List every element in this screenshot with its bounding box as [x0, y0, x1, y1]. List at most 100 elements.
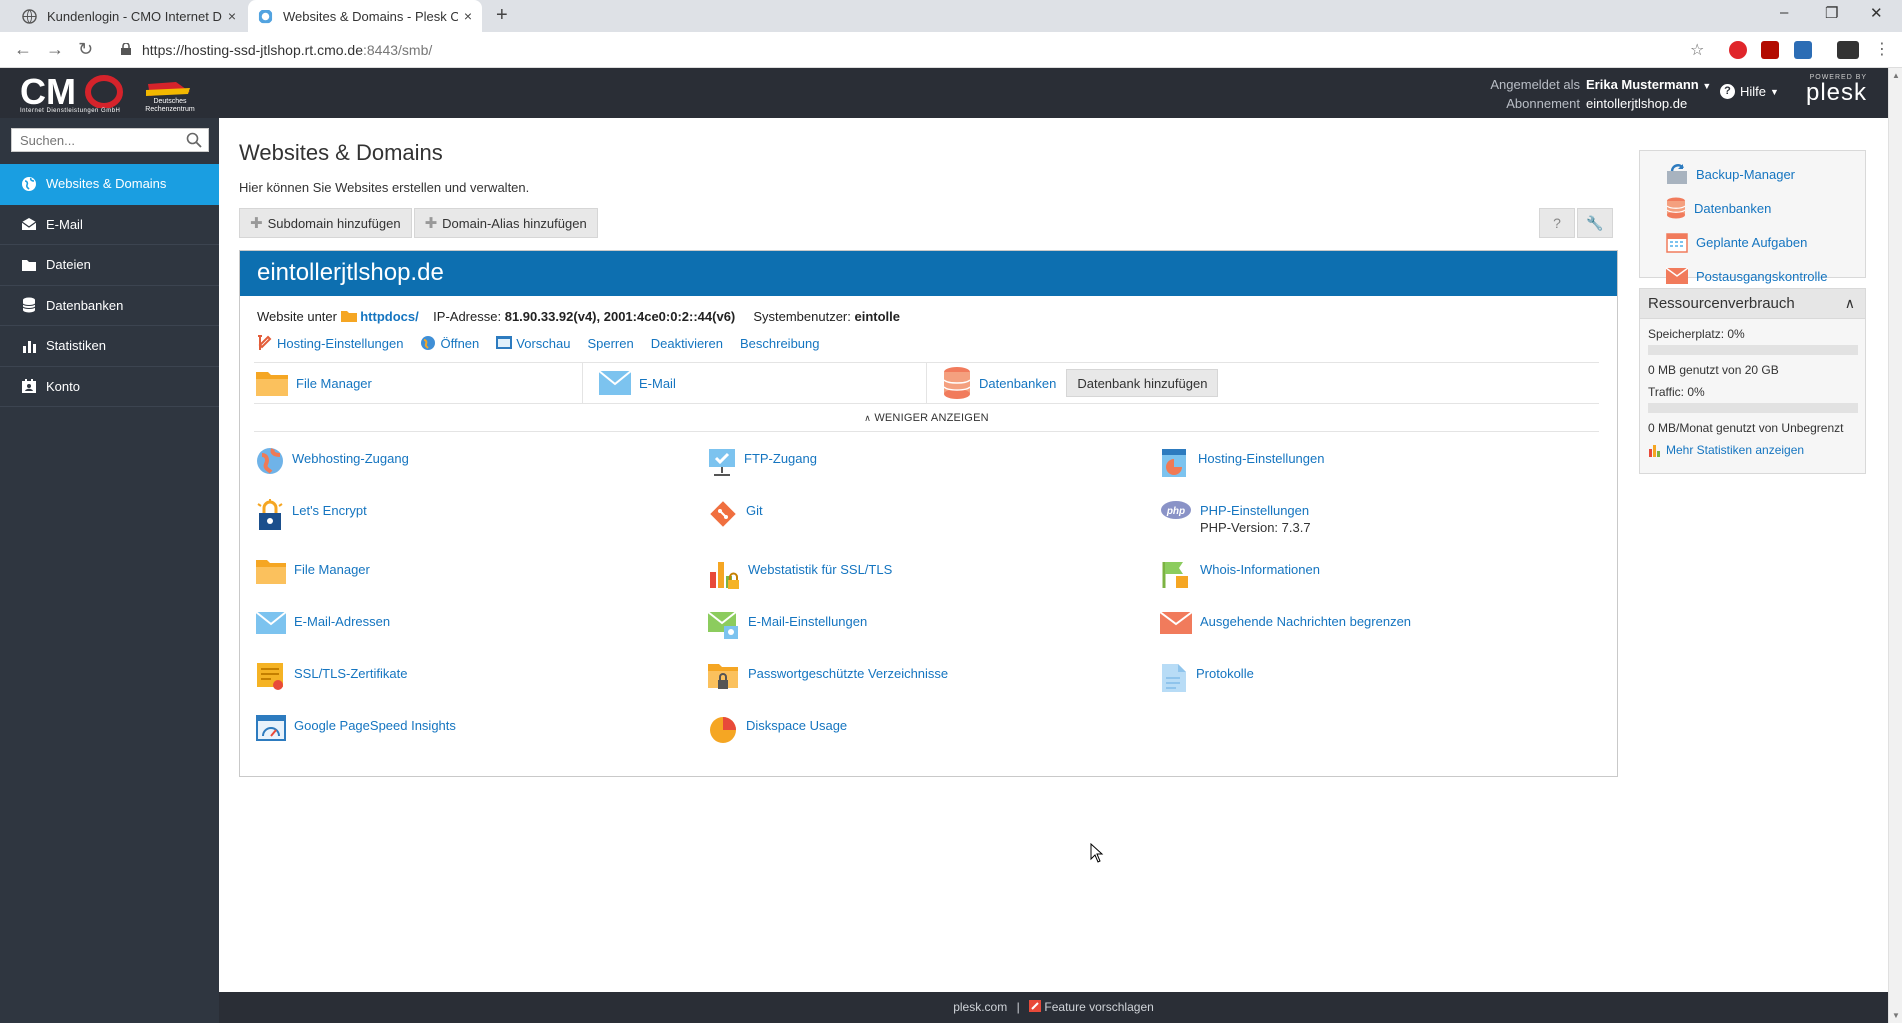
diskspace-usage-item[interactable]: Diskspace Usage [708, 714, 847, 744]
item-label: PHP-Einstellungen [1200, 503, 1310, 518]
logs-item[interactable]: Protokolle [1160, 662, 1254, 694]
add-subdomain-button[interactable]: ✚ Subdomain hinzufügen [239, 208, 412, 238]
resource-usage-header[interactable]: Ressourcenverbrauch ∧ [1640, 289, 1865, 319]
pdf-extension-icon[interactable] [1761, 41, 1779, 59]
browser-tab-kundenlogin[interactable]: Kundenlogin - CMO Internet Die × [12, 0, 246, 32]
traffic-progress-bar [1648, 403, 1858, 413]
cmo-extension-icon[interactable] [1837, 41, 1859, 59]
sidebar-item-files[interactable]: Dateien [0, 245, 219, 286]
more-statistics-link[interactable]: Mehr Statistiken anzeigen [1648, 443, 1857, 457]
docroot-link[interactable]: httpdocs/ [360, 309, 419, 324]
file-manager-item[interactable]: File Manager [256, 558, 370, 584]
item-label: File Manager [294, 562, 370, 577]
back-arrow-icon[interactable]: ← [14, 39, 32, 60]
new-tab-button[interactable]: + [496, 4, 508, 27]
email-addresses-item[interactable]: E-Mail-Adressen [256, 610, 390, 634]
ssl-certificates-item[interactable]: SSL/TLS-Zertifikate [256, 662, 407, 692]
minimize-icon[interactable]: – [1780, 4, 1788, 21]
opera-extension-icon[interactable] [1729, 41, 1747, 59]
backup-manager-link[interactable]: Backup-Manager [1640, 157, 1865, 191]
browser-tab-plesk[interactable]: Websites & Domains - Plesk Ony × [248, 0, 482, 32]
maximize-icon[interactable]: ❐ [1825, 4, 1838, 22]
sidebar-item-statistics[interactable]: Statistiken [0, 326, 219, 367]
page-scrollbar[interactable]: ▲ ▼ [1888, 68, 1902, 1023]
webstat-ssl-item[interactable]: Webstatistik für SSL/TLS [708, 558, 892, 590]
item-label: Git [746, 503, 763, 518]
scheduled-tasks-link[interactable]: Geplante Aufgaben [1640, 225, 1865, 259]
quick-label: File Manager [296, 375, 372, 391]
subscription-value[interactable]: eintollerjtlshop.de [1586, 96, 1687, 111]
add-database-button[interactable]: Datenbank hinzufügen [1066, 369, 1219, 397]
show-less-label: WENIGER ANZEIGEN [874, 412, 989, 424]
logs-icon [1162, 664, 1186, 692]
scroll-down-arrow-icon[interactable]: ▼ [1892, 1011, 1900, 1020]
git-item[interactable]: Git [708, 499, 763, 529]
mail-icon [20, 216, 38, 232]
link-label: Sperren [587, 335, 634, 351]
item-label: SSL/TLS-Zertifikate [294, 666, 408, 681]
database-icon [943, 367, 971, 399]
feature-suggest-link[interactable]: Feature vorschlagen [1044, 1000, 1153, 1014]
show-less-toggle[interactable]: ∧ WENIGER ANZEIGEN [254, 404, 1599, 432]
translate-extension-icon[interactable] [1794, 41, 1812, 59]
add-domain-alias-button[interactable]: ✚ Domain-Alias hinzufügen [413, 208, 598, 238]
close-tab-icon[interactable]: × [228, 8, 236, 24]
bookmark-star-icon[interactable]: ☆ [1690, 40, 1704, 60]
quick-access-row: File Manager E-Mail Datenbanken Datenban… [254, 362, 1599, 404]
chevron-down-icon: ▼ [1770, 86, 1779, 97]
hosting-settings-item[interactable]: Hosting-Einstellungen [1160, 447, 1324, 479]
search-input[interactable] [12, 129, 182, 151]
description-link[interactable]: Beschreibung [740, 335, 820, 351]
hosting-settings-link[interactable]: Hosting-Einstellungen [257, 335, 403, 351]
forward-arrow-icon[interactable]: → [46, 39, 64, 60]
php-settings-item[interactable]: php PHP-Einstellungen PHP-Version: 7.3.7 [1160, 499, 1311, 536]
preview-link[interactable]: Vorschau [496, 335, 570, 351]
databases-link[interactable]: Datenbanken [979, 376, 1056, 391]
close-window-icon[interactable]: ✕ [1870, 4, 1883, 22]
protected-directories-item[interactable]: Passwortgeschützte Verzeichnisse [708, 662, 948, 692]
databases-panel-link[interactable]: Datenbanken [1640, 191, 1865, 225]
open-link[interactable]: Öffnen [420, 335, 479, 351]
url-field[interactable]: https://hosting-ssd-jtlshop.rt.cmo.de:84… [142, 42, 432, 58]
login-user[interactable]: Erika Mustermann [1586, 77, 1699, 92]
sidebar-item-websites-domains[interactable]: Websites & Domains [0, 164, 219, 205]
folder-icon [340, 311, 357, 322]
git-icon [710, 501, 736, 527]
quick-email[interactable]: E-Mail [583, 363, 927, 403]
resource-usage-panel: Ressourcenverbrauch ∧ Speicherplatz: 0% … [1639, 288, 1866, 474]
disk-label: Speicherplatz: 0% [1648, 327, 1745, 341]
domain-actions: Hosting-Einstellungen Öffnen Vorschau Sp… [257, 335, 836, 351]
ftp-icon [709, 449, 735, 476]
email-settings-item[interactable]: E-Mail-Einstellungen [708, 610, 867, 640]
plesk-header: CM Internet Dienstleistungen GmbH Deutsc… [0, 68, 1888, 118]
whois-item[interactable]: Whois-Informationen [1160, 558, 1320, 590]
deactivate-link[interactable]: Deaktivieren [651, 335, 723, 351]
sidebar-item-databases[interactable]: Datenbanken [0, 286, 219, 326]
hosting-settings-icon [1162, 449, 1186, 477]
search-icon[interactable] [186, 132, 202, 148]
close-tab-icon[interactable]: × [464, 8, 472, 24]
webhosting-access-item[interactable]: Webhosting-Zugang [256, 447, 409, 475]
quick-file-manager[interactable]: File Manager [254, 363, 583, 403]
help-button[interactable]: ? [1539, 208, 1575, 238]
browser-menu-icon[interactable]: ⋮ [1874, 39, 1890, 59]
lets-encrypt-item[interactable]: Let's Encrypt [256, 499, 367, 531]
item-label: Diskspace Usage [746, 718, 848, 733]
help-menu[interactable]: ? Hilfe ▼ [1720, 84, 1779, 99]
reload-icon[interactable]: ↻ [78, 39, 93, 60]
tools-button[interactable]: 🔧 [1577, 208, 1613, 238]
bar-chart-icon [20, 338, 38, 354]
pagespeed-item[interactable]: Google PageSpeed Insights [256, 714, 456, 742]
chevron-up-icon[interactable]: ∧ [1845, 289, 1855, 318]
sidebar-item-email[interactable]: E-Mail [0, 205, 219, 245]
svg-text:CM: CM [20, 72, 76, 112]
ftp-access-item[interactable]: FTP-Zugang [708, 447, 817, 477]
plesk-com-link[interactable]: plesk.com [953, 1000, 1007, 1014]
item-label: Whois-Informationen [1200, 562, 1320, 577]
php-version: PHP-Version: 7.3.7 [1200, 520, 1311, 535]
outgoing-messages-item[interactable]: Ausgehende Nachrichten begrenzen [1160, 610, 1411, 634]
scroll-up-arrow-icon[interactable]: ▲ [1892, 71, 1900, 80]
chevron-down-icon[interactable]: ▼ [1702, 81, 1711, 91]
lock-link[interactable]: Sperren [587, 335, 633, 351]
sidebar-item-account[interactable]: Konto [0, 367, 219, 407]
